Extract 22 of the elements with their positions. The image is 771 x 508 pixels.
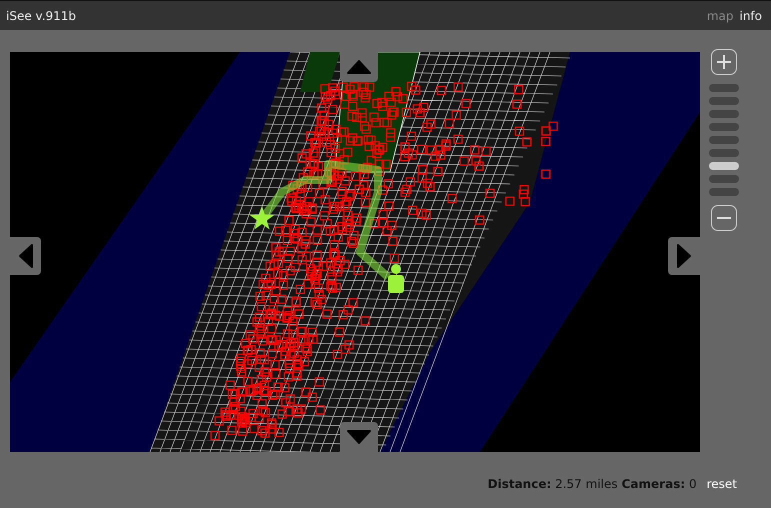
- pan-left-button[interactable]: [10, 237, 41, 275]
- app-title: iSee v.911b: [6, 8, 76, 24]
- reset-link[interactable]: reset: [706, 475, 737, 493]
- plus-icon: [716, 54, 732, 70]
- zoom-out-button[interactable]: [711, 205, 737, 231]
- map-drawing[interactable]: [10, 52, 700, 452]
- nav-tab[interactable]: info: [739, 6, 762, 24]
- left-triangle-icon: [18, 244, 32, 268]
- zoom-level-step[interactable]: [709, 162, 739, 170]
- destination-star-icon: [250, 206, 274, 230]
- up-triangle-icon: [347, 60, 371, 74]
- pan-up-button[interactable]: [340, 52, 378, 82]
- nav-tab[interactable]: map: [706, 6, 734, 24]
- pan-down-button[interactable]: [340, 422, 378, 452]
- person-marker-icon: [388, 264, 404, 293]
- zoom-in-button[interactable]: [711, 49, 737, 75]
- right-triangle-icon: [677, 244, 691, 268]
- status-text: Distance: 2.57 miles: [488, 476, 618, 493]
- status-text: Cameras: 0: [622, 476, 697, 493]
- pan-right-button[interactable]: [668, 237, 700, 275]
- minus-icon: [716, 217, 732, 219]
- down-triangle-icon: [347, 430, 371, 444]
